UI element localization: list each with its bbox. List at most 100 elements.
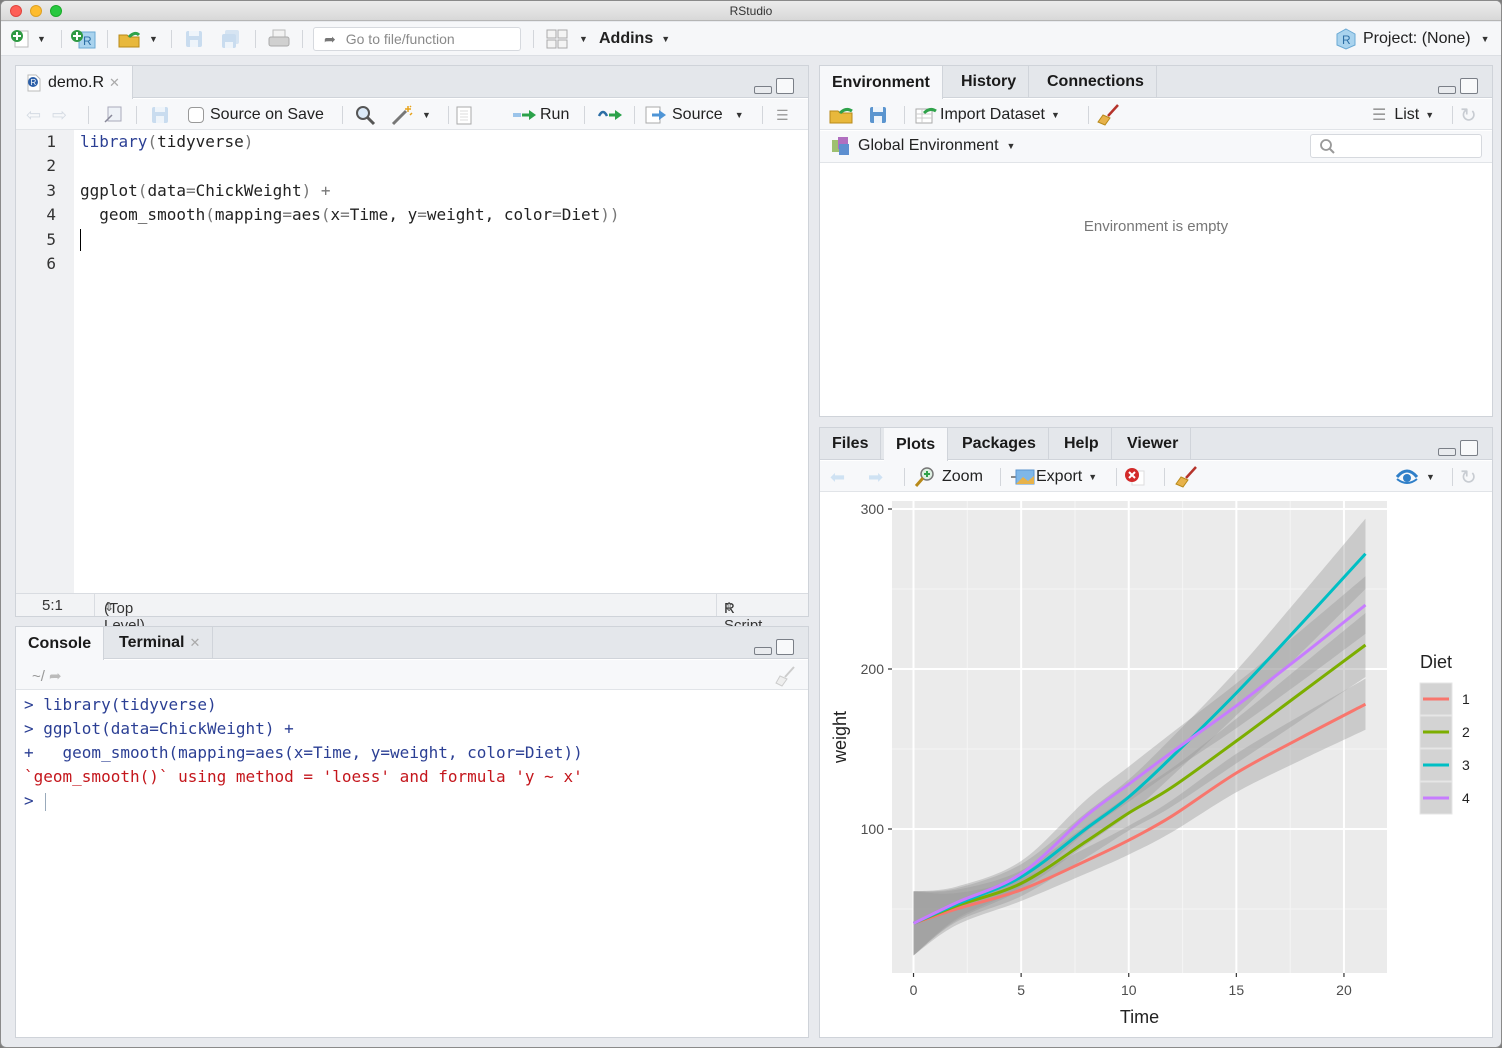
tab-files[interactable]: Files — [820, 428, 882, 460]
x-axis-title: Time — [1120, 1007, 1159, 1027]
minimize-window-button[interactable] — [30, 5, 42, 17]
console-cursor — [45, 792, 47, 811]
code-token: ) — [301, 180, 312, 200]
remove-plot-button[interactable] — [1124, 466, 1146, 488]
clear-objects-button[interactable] — [1096, 104, 1120, 126]
find-replace-button[interactable] — [354, 104, 376, 126]
save-button[interactable] — [183, 28, 205, 50]
run-button[interactable]: Run — [512, 104, 569, 126]
tab-console[interactable]: Console — [16, 627, 105, 660]
tab-packages[interactable]: Packages — [950, 428, 1049, 460]
list-label: List — [1394, 106, 1420, 123]
maximize-pane-button[interactable] — [1460, 78, 1478, 94]
view-mode-list-button[interactable]: ☰ List ▼ — [1372, 104, 1434, 126]
publish-button[interactable]: ▼ — [1394, 466, 1435, 488]
clear-console-button[interactable] — [774, 665, 796, 687]
refresh-icon: ↻ — [1460, 466, 1477, 489]
minimize-pane-button[interactable] — [754, 86, 772, 94]
environment-empty-message: Environment is empty — [1083, 218, 1229, 235]
rerun-button[interactable] — [596, 104, 624, 126]
chevron-down-icon: ▼ — [734, 110, 744, 120]
document-outline-button[interactable]: ☰ — [776, 104, 789, 126]
env-tabbar: Environment History Connections — [820, 66, 1492, 99]
back-button[interactable]: ⇦ — [26, 104, 41, 126]
import-dataset-button[interactable]: Import Dataset ▼ — [914, 104, 1060, 126]
maximize-pane-button[interactable] — [1460, 440, 1478, 456]
export-label: Export — [1036, 468, 1083, 485]
load-workspace-button[interactable] — [828, 104, 856, 126]
arrow-right-icon: ⇨ — [52, 104, 68, 125]
close-tab-icon[interactable]: ✕ — [109, 75, 120, 91]
pane-layout-button[interactable]: ▼ — [545, 28, 588, 50]
list-lines-icon: ☰ — [1372, 107, 1387, 124]
next-plot-button[interactable]: ➡ — [868, 466, 883, 488]
console-output[interactable]: > library(tidyverse) > ggplot(data=ChickW… — [16, 691, 808, 1037]
tab-label: Terminal — [119, 634, 185, 651]
chevron-down-icon: ▼ — [37, 34, 46, 44]
goto-directory-icon[interactable]: ➦ — [49, 667, 62, 685]
zoom-window-button[interactable] — [50, 5, 62, 17]
code-token: ( — [147, 132, 158, 151]
console-line: > — [24, 791, 47, 811]
project-menu[interactable]: R Project: (None) ▼ — [1335, 28, 1490, 50]
close-window-button[interactable] — [10, 5, 22, 17]
refresh-button[interactable]: ↻ — [1460, 104, 1477, 127]
import-dataset-label: Import Dataset — [940, 106, 1045, 123]
line-number: 1 — [46, 132, 56, 151]
minimize-pane-button[interactable] — [1438, 86, 1456, 94]
print-button[interactable] — [267, 28, 291, 50]
forward-button[interactable]: ⇨ — [52, 104, 67, 126]
chevron-down-icon: ▼ — [1088, 472, 1098, 482]
rstudio-window: RStudio ▼ R ▼ ➦ Go to file/function ▼ Ad… — [0, 0, 1502, 1048]
compile-report-button[interactable] — [454, 104, 474, 126]
environment-scope-selector[interactable]: Global Environment ▼ — [830, 135, 1015, 157]
previous-plot-button[interactable]: ⬅ — [830, 466, 845, 488]
code-editor[interactable]: 1 library(tidyverse) 2 3 ggplot(data=ChickWe… — [16, 130, 808, 593]
x-tick-label: 5 — [1017, 982, 1025, 998]
new-file-button[interactable]: ▼ — [9, 28, 46, 50]
tab-plots[interactable]: Plots — [884, 428, 949, 461]
save-workspace-button[interactable] — [868, 104, 888, 126]
pane-window-controls — [1438, 78, 1478, 94]
show-in-window-button[interactable] — [102, 104, 124, 126]
r-file-icon: R — [27, 74, 41, 91]
refresh-plot-button[interactable]: ↻ — [1460, 466, 1477, 489]
tab-demo-r[interactable]: R demo.R ✕ — [16, 66, 133, 99]
minimize-pane-button[interactable] — [754, 647, 772, 655]
addins-menu[interactable]: Addins ▼ — [599, 28, 670, 50]
environment-search-input[interactable] — [1310, 134, 1482, 158]
tab-label: Packages — [962, 435, 1036, 452]
line-number: 6 — [46, 254, 56, 273]
tab-environment[interactable]: Environment — [820, 66, 943, 99]
goto-file-function-input[interactable]: ➦ Go to file/function — [313, 27, 521, 51]
console-line: > library(tidyverse) — [24, 695, 217, 714]
save-all-button[interactable] — [219, 28, 243, 50]
y-tick-label: 100 — [861, 821, 885, 837]
open-file-button[interactable]: ▼ — [117, 28, 158, 50]
new-project-button[interactable]: R — [69, 28, 99, 50]
source-on-save-checkbox[interactable]: Source on Save — [188, 104, 324, 126]
goto-arrow-icon: ➦ — [324, 30, 336, 47]
zoom-plot-button[interactable]: Zoom — [914, 466, 983, 488]
tab-help[interactable]: Help — [1052, 428, 1112, 460]
source-button[interactable]: Source ▼ — [644, 104, 744, 126]
checkbox-box[interactable] — [188, 107, 204, 123]
svg-text:R: R — [1342, 33, 1351, 47]
code-tools-button[interactable]: ▼ — [390, 104, 431, 126]
tab-connections[interactable]: Connections — [1035, 66, 1157, 98]
editor-status-bar: 5:1 (Top Level) ⇕ R Script ⇕ — [16, 593, 808, 634]
close-tab-icon[interactable]: ✕ — [190, 635, 201, 651]
plots-toolbar: ⬅ ➡ Zoom Export ▼ ▼ ↻ — [820, 461, 1492, 492]
clear-all-plots-button[interactable] — [1174, 466, 1198, 488]
refresh-icon: ↻ — [1460, 104, 1477, 127]
legend-label: 2 — [1462, 724, 1470, 740]
export-plot-button[interactable]: Export ▼ — [1010, 466, 1097, 488]
tab-terminal[interactable]: Terminal ✕ — [107, 627, 214, 659]
tab-history[interactable]: History — [949, 66, 1030, 98]
tab-viewer[interactable]: Viewer — [1115, 428, 1192, 460]
zoom-magnifier-icon — [914, 467, 934, 487]
maximize-pane-button[interactable] — [776, 639, 794, 655]
save-file-button[interactable] — [150, 104, 170, 126]
minimize-pane-button[interactable] — [1438, 448, 1456, 456]
maximize-pane-button[interactable] — [776, 78, 794, 94]
